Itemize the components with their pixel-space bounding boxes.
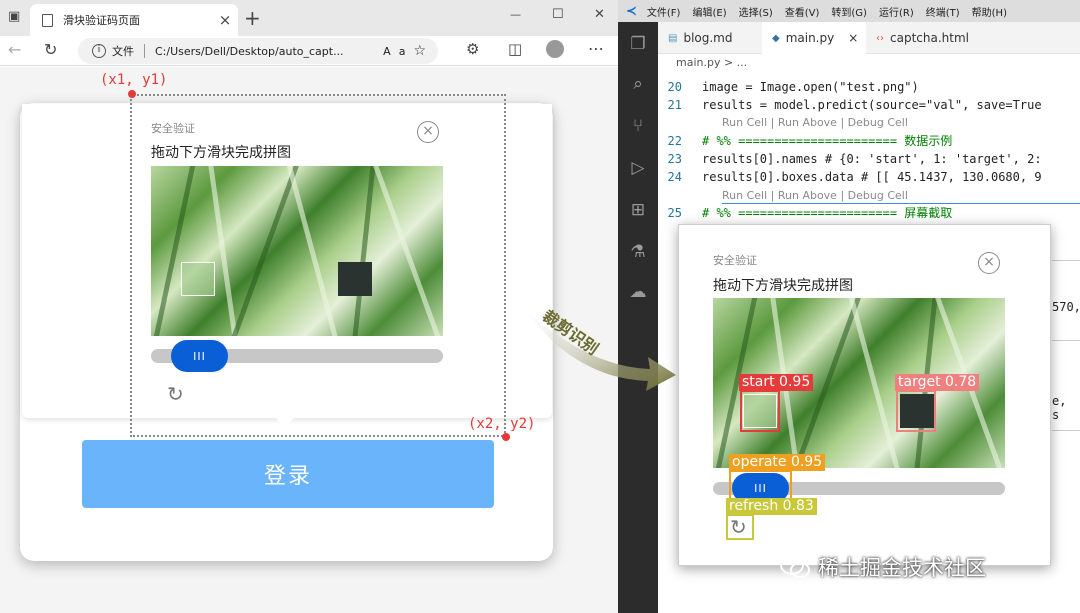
code-line: 21 results = model.predict(source="val", …	[667, 98, 1042, 112]
output-fragment: 570,	[1052, 300, 1080, 314]
tab-close-icon[interactable]: ×	[848, 31, 858, 45]
address-bar[interactable]: i 文件 C:/Users/Dell/Desktop/auto_capt... …	[78, 38, 438, 64]
tab-close-icon[interactable]: ×	[212, 11, 238, 29]
captcha-small-title: 安全验证	[713, 254, 757, 267]
explorer-icon[interactable]: ❐	[626, 32, 650, 56]
address-scheme-label: 文件	[112, 45, 134, 58]
split-screen-icon[interactable]: ◫	[508, 40, 522, 58]
watermark: 稀土掘金技术社区	[780, 552, 986, 582]
watermark-text: 稀土掘金技术社区	[818, 556, 986, 580]
menu-go[interactable]: 转到(G)	[831, 4, 867, 19]
tab-blog-md[interactable]: ▤ blog.md	[658, 22, 762, 54]
bottom-right-coordinate-label: (x2, y2)	[468, 416, 536, 432]
output-divider	[1052, 430, 1080, 431]
cell-codelens[interactable]: Run Cell | Run Above | Debug Cell	[722, 189, 908, 202]
markdown-file-icon: ▤	[668, 32, 678, 44]
browser-toolbar: ← ↻ i 文件 C:/Users/Dell/Desktop/auto_capt…	[0, 36, 618, 66]
detection-box-refresh	[726, 514, 754, 540]
captcha-main-title: 拖动下方滑块完成拼图	[713, 278, 853, 294]
output-divider	[1052, 260, 1080, 261]
code-line: 23 results[0].names # {0: 'start', 1: 'ta…	[667, 152, 1042, 166]
menu-run[interactable]: 运行(R)	[879, 4, 914, 19]
detection-label-operate: operate 0.95	[729, 454, 826, 471]
run-debug-icon[interactable]: ▷	[626, 156, 650, 180]
detection-box-target	[896, 390, 936, 432]
detection-label-refresh: refresh 0.83	[726, 498, 817, 515]
back-arrow-icon[interactable]: ←	[8, 40, 21, 59]
browser-tab[interactable]: 滑块验证码页面 ×	[30, 4, 238, 36]
tab-actions-icon[interactable]: ▣	[8, 9, 20, 24]
more-icon[interactable]: ⋯	[588, 39, 604, 58]
output-divider	[1052, 340, 1080, 341]
close-window-icon[interactable]: ✕	[594, 7, 605, 22]
vscode-logo-icon: ≺	[626, 3, 637, 19]
wechat-icon	[780, 555, 810, 578]
captcha-close-icon: ×	[978, 252, 1000, 274]
output-fragment: e, s	[1052, 394, 1067, 422]
browser-tab-strip: ▣ 滑块验证码页面 × + — ☐ ✕	[0, 0, 618, 36]
menu-edit[interactable]: 编辑(E)	[692, 4, 726, 19]
detection-box-start	[740, 390, 780, 432]
translate-icon[interactable]: a	[399, 45, 406, 58]
profile-icon[interactable]	[546, 40, 564, 58]
document-icon	[42, 13, 53, 27]
maximize-icon[interactable]: ☐	[552, 7, 564, 22]
source-control-icon[interactable]: ⑂	[626, 114, 650, 138]
tab-title: 滑块验证码页面	[63, 14, 140, 27]
menu-help[interactable]: 帮助(H)	[972, 4, 1007, 19]
favorite-star-icon[interactable]: ☆	[413, 43, 426, 59]
testing-flask-icon[interactable]: ⚗	[626, 240, 650, 264]
login-button[interactable]: 登录	[82, 440, 494, 508]
extensions-icon[interactable]: ⚙	[466, 40, 479, 58]
menu-terminal[interactable]: 终端(T)	[926, 4, 960, 19]
read-aloud-icon[interactable]: A	[383, 45, 391, 58]
info-icon[interactable]: i	[92, 44, 106, 58]
vscode-menu-bar: ≺ 文件(F) 编辑(E) 选择(S) 查看(V) 转到(G) 运行(R) 终端…	[618, 0, 1080, 22]
tab-main-py[interactable]: ◆ main.py ×	[762, 22, 866, 54]
extensions-icon[interactable]: ⊞	[626, 198, 650, 222]
menu-view[interactable]: 查看(V)	[785, 4, 820, 19]
search-icon[interactable]: ⌕	[626, 72, 650, 96]
menu-file[interactable]: 文件(F)	[647, 4, 681, 19]
cell-codelens[interactable]: Run Cell | Run Above | Debug Cell	[722, 116, 908, 129]
code-line: 22 # %% ====================== 数据示例	[667, 134, 953, 148]
editor-tabs: ▤ blog.md ◆ main.py × ‹› captcha.html	[658, 22, 1080, 54]
bottom-right-marker	[502, 433, 510, 441]
detection-label-start: start 0.95	[739, 374, 814, 391]
code-line: 20 image = Image.open("test.png")	[667, 80, 919, 94]
top-left-coordinate-label: (x1, y1)	[100, 72, 168, 88]
tab-captcha-html[interactable]: ‹› captcha.html	[866, 22, 976, 54]
minimize-icon[interactable]: —	[510, 8, 521, 21]
url-text: C:/Users/Dell/Desktop/auto_capt...	[155, 44, 344, 58]
detection-result-image: 安全验证 拖动下方滑块完成拼图 × III ↻ start 0.95 targe…	[678, 224, 1051, 566]
code-line: 25 # %% ====================== 屏幕截取	[667, 206, 953, 220]
breadcrumb[interactable]: main.py > ...	[658, 54, 1080, 72]
menu-selection[interactable]: 选择(S)	[739, 4, 773, 19]
python-file-icon: ◆	[772, 32, 780, 44]
html-file-icon: ‹›	[876, 32, 884, 44]
crop-selection-box	[130, 94, 506, 437]
docker-icon[interactable]: ☁	[626, 280, 650, 304]
reload-icon[interactable]: ↻	[44, 40, 57, 59]
new-tab-icon[interactable]: +	[244, 6, 261, 30]
code-line: 24 results[0].boxes.data # [[ 45.1437, 13…	[667, 170, 1042, 184]
detection-label-target: target 0.78	[895, 374, 980, 391]
top-left-marker	[128, 90, 136, 98]
